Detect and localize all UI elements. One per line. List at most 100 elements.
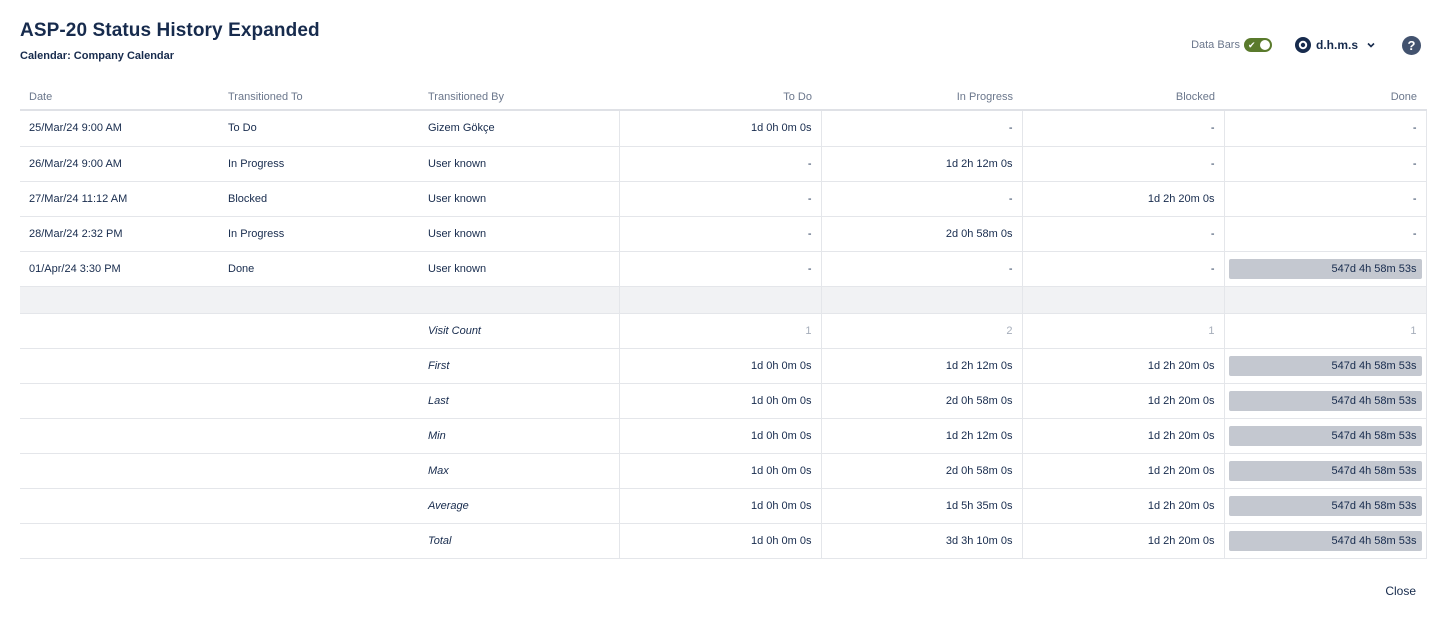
stat-row-first: First 1d 0h 0m 0s 1d 2h 12m 0s 1d 2h 20m…: [20, 348, 1427, 384]
stat-in-progress: 2d 0h 58m 0s: [820, 383, 1022, 419]
cell-in-progress: -: [820, 251, 1022, 287]
stat-in-progress: 2d 0h 58m 0s: [820, 453, 1022, 489]
cell-done: -: [1223, 216, 1427, 252]
stat-row-total: Total 1d 0h 0m 0s 3d 3h 10m 0s 1d 2h 20m…: [20, 523, 1427, 559]
stat-in-progress: 1d 2h 12m 0s: [820, 418, 1022, 454]
stat-blocked: 1d 2h 20m 0s: [1021, 418, 1224, 454]
data-bars-label: Data Bars: [1191, 39, 1240, 51]
data-bars-toggle[interactable]: ✔: [1243, 38, 1272, 52]
table-row: 01/Apr/24 3:30 PM Done User known - - - …: [20, 251, 1427, 287]
cell-in-progress: 1d 2h 12m 0s: [820, 146, 1022, 182]
cell-transitioned-to: In Progress: [219, 146, 419, 182]
stat-blocked: 1d 2h 20m 0s: [1021, 348, 1224, 384]
chevron-down-icon: [1367, 42, 1375, 48]
stat-blocked: 1d 2h 20m 0s: [1021, 488, 1224, 524]
data-bar: 547d 4h 58m 53s: [1228, 258, 1422, 279]
header: ASP-20 Status History Expanded Calendar:…: [20, 20, 320, 62]
cell-todo: 1d 0h 0m 0s: [618, 110, 821, 147]
toggle-knob: [1259, 40, 1270, 50]
cell-transitioned-by: Gizem Gökçe: [419, 110, 619, 147]
data-bar: 547d 4h 58m 53s: [1228, 530, 1422, 551]
cell-transitioned-by: User known: [419, 216, 619, 252]
stat-blocked: 1d 2h 20m 0s: [1021, 453, 1224, 489]
stat-todo: 1d 0h 0m 0s: [618, 418, 821, 454]
cell-blocked: 1d 2h 20m 0s: [1021, 181, 1224, 217]
check-icon: ✔: [1247, 40, 1256, 50]
stat-label: Total: [419, 523, 619, 559]
stat-label: Last: [419, 383, 619, 419]
data-bar: 547d 4h 58m 53s: [1228, 460, 1422, 481]
stat-blocked: 1: [1021, 313, 1224, 349]
close-button[interactable]: Close: [1385, 584, 1416, 598]
stat-todo: 1: [618, 313, 821, 349]
cell-transitioned-by: User known: [419, 181, 619, 217]
stat-todo: 1d 0h 0m 0s: [618, 383, 821, 419]
stat-row-last: Last 1d 0h 0m 0s 2d 0h 58m 0s 1d 2h 20m …: [20, 383, 1427, 419]
stat-todo: 1d 0h 0m 0s: [618, 523, 821, 559]
cell-transitioned-to: Blocked: [219, 181, 419, 217]
cell-done: -: [1223, 181, 1427, 217]
column-header-blocked: Blocked: [1022, 84, 1224, 111]
cell-todo: -: [618, 146, 821, 182]
cell-done: -: [1223, 110, 1427, 147]
calendar-label: Calendar: Company Calendar: [20, 50, 175, 62]
cell-in-progress: 2d 0h 58m 0s: [820, 216, 1022, 252]
cell-todo: -: [618, 251, 821, 287]
stat-in-progress: 3d 3h 10m 0s: [820, 523, 1022, 559]
cell-blocked: -: [1021, 251, 1224, 287]
cell-done: 547d 4h 58m 53s: [1223, 251, 1427, 287]
stat-row-min: Min 1d 0h 0m 0s 1d 2h 12m 0s 1d 2h 20m 0…: [20, 418, 1427, 454]
stat-label: Max: [419, 453, 619, 489]
cell-blocked: -: [1021, 216, 1224, 252]
stat-todo: 1d 0h 0m 0s: [618, 488, 821, 524]
stat-label: Min: [419, 418, 619, 454]
time-format-select[interactable]: d.h.m.s: [1294, 36, 1376, 54]
stat-label: Average: [419, 488, 619, 524]
cell-blocked: -: [1021, 110, 1224, 147]
stat-row-average: Average 1d 0h 0m 0s 1d 5h 35m 0s 1d 2h 2…: [20, 488, 1427, 524]
stat-done: 547d 4h 58m 53s: [1223, 348, 1427, 384]
status-history-table: Date Transitioned To Transitioned By To …: [20, 84, 1427, 559]
table-row: 26/Mar/24 9:00 AM In Progress User known…: [20, 146, 1427, 182]
stat-done: 547d 4h 58m 53s: [1223, 383, 1427, 419]
column-header-in-progress: In Progress: [821, 84, 1022, 111]
table-row: 27/Mar/24 11:12 AM Blocked User known - …: [20, 181, 1427, 217]
column-header-date: Date: [20, 84, 219, 111]
stat-todo: 1d 0h 0m 0s: [618, 453, 821, 489]
cell-transitioned-to: To Do: [219, 110, 419, 147]
eye-icon: [1294, 37, 1311, 53]
stat-in-progress: 2: [820, 313, 1022, 349]
help-icon[interactable]: ?: [1402, 35, 1421, 55]
cell-date: 28/Mar/24 2:32 PM: [20, 216, 219, 252]
stat-in-progress: 1d 5h 35m 0s: [820, 488, 1022, 524]
stat-label: First: [419, 348, 619, 384]
table-separator-row: [20, 286, 1427, 314]
cell-transitioned-to: In Progress: [219, 216, 419, 252]
toolbar: Data Bars ✔ d.h.m.s ?: [1191, 35, 1421, 55]
stat-done: 547d 4h 58m 53s: [1223, 418, 1427, 454]
stat-row-visit-count: Visit Count 1 2 1 1: [20, 313, 1427, 349]
stat-row-max: Max 1d 0h 0m 0s 2d 0h 58m 0s 1d 2h 20m 0…: [20, 453, 1427, 489]
table-row: 28/Mar/24 2:32 PM In Progress User known…: [20, 216, 1427, 252]
cell-todo: -: [618, 216, 821, 252]
time-format-value: d.h.m.s: [1315, 38, 1358, 52]
stat-blocked: 1d 2h 20m 0s: [1021, 523, 1224, 559]
stat-blocked: 1d 2h 20m 0s: [1021, 383, 1224, 419]
data-bar: 547d 4h 58m 53s: [1228, 425, 1422, 446]
cell-blocked: -: [1021, 146, 1224, 182]
data-bar: 547d 4h 58m 53s: [1228, 355, 1422, 376]
cell-transitioned-by: User known: [419, 146, 619, 182]
table-row: 25/Mar/24 9:00 AM To Do Gizem Gökçe 1d 0…: [20, 110, 1427, 147]
stat-todo: 1d 0h 0m 0s: [618, 348, 821, 384]
stat-done: 547d 4h 58m 53s: [1223, 488, 1427, 524]
cell-date: 25/Mar/24 9:00 AM: [20, 110, 219, 147]
cell-date: 01/Apr/24 3:30 PM: [20, 251, 219, 287]
column-header-done: Done: [1224, 84, 1426, 111]
stat-done: 1: [1223, 313, 1427, 349]
column-header-transitioned-by: Transitioned By: [419, 84, 619, 111]
data-bar: 547d 4h 58m 53s: [1228, 390, 1422, 411]
cell-in-progress: -: [820, 181, 1022, 217]
cell-date: 27/Mar/24 11:12 AM: [20, 181, 219, 217]
data-bar: 547d 4h 58m 53s: [1228, 495, 1422, 516]
stat-done: 547d 4h 58m 53s: [1223, 453, 1427, 489]
